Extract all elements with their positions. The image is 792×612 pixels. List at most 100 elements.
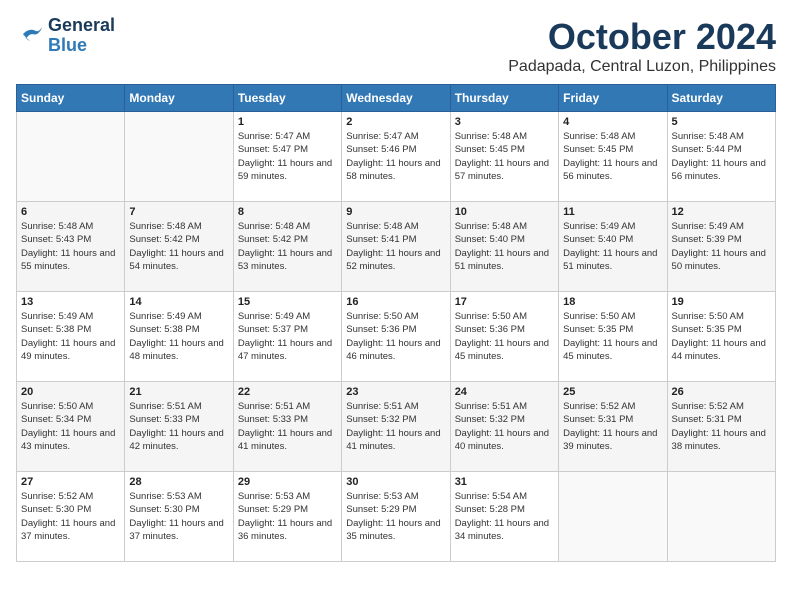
calendar-header-row: SundayMondayTuesdayWednesdayThursdayFrid… bbox=[17, 85, 776, 112]
calendar-cell: 20Sunrise: 5:50 AM Sunset: 5:34 PM Dayli… bbox=[17, 382, 125, 472]
day-info: Sunrise: 5:48 AM Sunset: 5:40 PM Dayligh… bbox=[455, 220, 554, 273]
calendar-cell bbox=[17, 112, 125, 202]
day-number: 2 bbox=[346, 116, 445, 128]
day-number: 5 bbox=[672, 116, 771, 128]
calendar-cell: 8Sunrise: 5:48 AM Sunset: 5:42 PM Daylig… bbox=[233, 202, 341, 292]
calendar-cell: 30 Sunrise: 5:53 AM Sunset: 5:29 PM Dayli… bbox=[342, 472, 450, 562]
day-info: Sunrise: 5:47 AM Sunset: 5:46 PM Dayligh… bbox=[346, 130, 445, 183]
day-number: 9 bbox=[346, 206, 445, 218]
weekday-header: Tuesday bbox=[233, 85, 341, 112]
day-info: Sunrise: 5:49 AM Sunset: 5:38 PM Dayligh… bbox=[21, 310, 120, 363]
day-info: Sunrise: 5:48 AM Sunset: 5:41 PM Dayligh… bbox=[346, 220, 445, 273]
day-info: Sunrise: 5:49 AM Sunset: 5:39 PM Dayligh… bbox=[672, 220, 771, 273]
calendar-week-row: 6Sunrise: 5:48 AM Sunset: 5:43 PM Daylig… bbox=[17, 202, 776, 292]
weekday-header: Friday bbox=[559, 85, 667, 112]
weekday-header: Thursday bbox=[450, 85, 558, 112]
day-number: 26 bbox=[672, 386, 771, 398]
day-number: 22 bbox=[238, 386, 337, 398]
day-number: 20 bbox=[21, 386, 120, 398]
calendar-cell: 31 Sunrise: 5:54 AM Sunset: 5:28 PM Dayli… bbox=[450, 472, 558, 562]
day-number: 25 bbox=[563, 386, 662, 398]
day-info: Sunrise: 5:49 AM Sunset: 5:38 PM Dayligh… bbox=[129, 310, 228, 363]
calendar-week-row: 1 Sunrise: 5:47 AM Sunset: 5:47 PM Daylig… bbox=[17, 112, 776, 202]
day-info: Sunrise: 5:53 AM Sunset: 5:29 PM Dayligh… bbox=[346, 490, 445, 543]
calendar-cell: 23 Sunrise: 5:51 AM Sunset: 5:32 PM Dayli… bbox=[342, 382, 450, 472]
day-info: Sunrise: 5:53 AM Sunset: 5:30 PM Dayligh… bbox=[129, 490, 228, 543]
day-number: 16 bbox=[346, 296, 445, 308]
calendar-cell: 24 Sunrise: 5:51 AM Sunset: 5:32 PM Dayli… bbox=[450, 382, 558, 472]
day-info: Sunrise: 5:53 AM Sunset: 5:29 PM Dayligh… bbox=[238, 490, 337, 543]
calendar-cell: 18 Sunrise: 5:50 AM Sunset: 5:35 PM Dayli… bbox=[559, 292, 667, 382]
day-info: Sunrise: 5:48 AM Sunset: 5:43 PM Dayligh… bbox=[21, 220, 120, 273]
day-number: 24 bbox=[455, 386, 554, 398]
day-info: Sunrise: 5:48 AM Sunset: 5:42 PM Dayligh… bbox=[238, 220, 337, 273]
calendar-cell: 12Sunrise: 5:49 AM Sunset: 5:39 PM Dayli… bbox=[667, 202, 775, 292]
day-number: 28 bbox=[129, 476, 228, 488]
logo-icon bbox=[16, 22, 44, 50]
day-info: Sunrise: 5:49 AM Sunset: 5:40 PM Dayligh… bbox=[563, 220, 662, 273]
day-number: 19 bbox=[672, 296, 771, 308]
day-number: 31 bbox=[455, 476, 554, 488]
day-info: Sunrise: 5:50 AM Sunset: 5:35 PM Dayligh… bbox=[672, 310, 771, 363]
day-info: Sunrise: 5:51 AM Sunset: 5:32 PM Dayligh… bbox=[455, 400, 554, 453]
day-info: Sunrise: 5:52 AM Sunset: 5:30 PM Dayligh… bbox=[21, 490, 120, 543]
calendar-week-row: 27 Sunrise: 5:52 AM Sunset: 5:30 PM Dayli… bbox=[17, 472, 776, 562]
day-number: 3 bbox=[455, 116, 554, 128]
day-info: Sunrise: 5:51 AM Sunset: 5:33 PM Dayligh… bbox=[129, 400, 228, 453]
day-info: Sunrise: 5:52 AM Sunset: 5:31 PM Dayligh… bbox=[672, 400, 771, 453]
day-number: 14 bbox=[129, 296, 228, 308]
weekday-header: Saturday bbox=[667, 85, 775, 112]
day-number: 13 bbox=[21, 296, 120, 308]
calendar-cell: 2 Sunrise: 5:47 AM Sunset: 5:46 PM Daylig… bbox=[342, 112, 450, 202]
logo: General Blue bbox=[16, 16, 115, 56]
title-block: October 2024 Padapada, Central Luzon, Ph… bbox=[508, 16, 776, 76]
calendar-cell bbox=[559, 472, 667, 562]
calendar-cell: 25Sunrise: 5:52 AM Sunset: 5:31 PM Dayli… bbox=[559, 382, 667, 472]
month-title: October 2024 bbox=[508, 16, 776, 58]
day-number: 10 bbox=[455, 206, 554, 218]
calendar-cell: 29 Sunrise: 5:53 AM Sunset: 5:29 PM Dayli… bbox=[233, 472, 341, 562]
day-number: 15 bbox=[238, 296, 337, 308]
calendar-cell: 27 Sunrise: 5:52 AM Sunset: 5:30 PM Dayli… bbox=[17, 472, 125, 562]
day-number: 30 bbox=[346, 476, 445, 488]
day-info: Sunrise: 5:54 AM Sunset: 5:28 PM Dayligh… bbox=[455, 490, 554, 543]
day-info: Sunrise: 5:50 AM Sunset: 5:35 PM Dayligh… bbox=[563, 310, 662, 363]
calendar-cell: 16 Sunrise: 5:50 AM Sunset: 5:36 PM Dayli… bbox=[342, 292, 450, 382]
logo-text: General Blue bbox=[48, 16, 115, 56]
calendar-cell: 21 Sunrise: 5:51 AM Sunset: 5:33 PM Dayli… bbox=[125, 382, 233, 472]
day-number: 1 bbox=[238, 116, 337, 128]
day-info: Sunrise: 5:48 AM Sunset: 5:44 PM Dayligh… bbox=[672, 130, 771, 183]
day-number: 4 bbox=[563, 116, 662, 128]
day-info: Sunrise: 5:47 AM Sunset: 5:47 PM Dayligh… bbox=[238, 130, 337, 183]
day-number: 7 bbox=[129, 206, 228, 218]
calendar-cell: 19 Sunrise: 5:50 AM Sunset: 5:35 PM Dayli… bbox=[667, 292, 775, 382]
page-header: General Blue October 2024 Padapada, Cent… bbox=[16, 16, 776, 76]
calendar-cell bbox=[125, 112, 233, 202]
calendar-cell: 9 Sunrise: 5:48 AM Sunset: 5:41 PM Daylig… bbox=[342, 202, 450, 292]
day-info: Sunrise: 5:51 AM Sunset: 5:33 PM Dayligh… bbox=[238, 400, 337, 453]
calendar-table: SundayMondayTuesdayWednesdayThursdayFrid… bbox=[16, 84, 776, 562]
calendar-cell: 6Sunrise: 5:48 AM Sunset: 5:43 PM Daylig… bbox=[17, 202, 125, 292]
calendar-cell: 15 Sunrise: 5:49 AM Sunset: 5:37 PM Dayli… bbox=[233, 292, 341, 382]
day-info: Sunrise: 5:49 AM Sunset: 5:37 PM Dayligh… bbox=[238, 310, 337, 363]
day-info: Sunrise: 5:48 AM Sunset: 5:45 PM Dayligh… bbox=[455, 130, 554, 183]
day-number: 11 bbox=[563, 206, 662, 218]
day-number: 27 bbox=[21, 476, 120, 488]
calendar-cell: 17Sunrise: 5:50 AM Sunset: 5:36 PM Dayli… bbox=[450, 292, 558, 382]
calendar-cell: 1 Sunrise: 5:47 AM Sunset: 5:47 PM Daylig… bbox=[233, 112, 341, 202]
day-number: 18 bbox=[563, 296, 662, 308]
calendar-cell: 22 Sunrise: 5:51 AM Sunset: 5:33 PM Dayli… bbox=[233, 382, 341, 472]
day-info: Sunrise: 5:50 AM Sunset: 5:36 PM Dayligh… bbox=[455, 310, 554, 363]
day-number: 21 bbox=[129, 386, 228, 398]
calendar-cell: 14 Sunrise: 5:49 AM Sunset: 5:38 PM Dayli… bbox=[125, 292, 233, 382]
calendar-week-row: 20Sunrise: 5:50 AM Sunset: 5:34 PM Dayli… bbox=[17, 382, 776, 472]
day-number: 29 bbox=[238, 476, 337, 488]
day-info: Sunrise: 5:51 AM Sunset: 5:32 PM Dayligh… bbox=[346, 400, 445, 453]
day-number: 23 bbox=[346, 386, 445, 398]
day-info: Sunrise: 5:50 AM Sunset: 5:36 PM Dayligh… bbox=[346, 310, 445, 363]
calendar-cell: 4Sunrise: 5:48 AM Sunset: 5:45 PM Daylig… bbox=[559, 112, 667, 202]
calendar-cell: 28 Sunrise: 5:53 AM Sunset: 5:30 PM Dayli… bbox=[125, 472, 233, 562]
weekday-header: Monday bbox=[125, 85, 233, 112]
weekday-header: Sunday bbox=[17, 85, 125, 112]
calendar-cell: 3 Sunrise: 5:48 AM Sunset: 5:45 PM Daylig… bbox=[450, 112, 558, 202]
